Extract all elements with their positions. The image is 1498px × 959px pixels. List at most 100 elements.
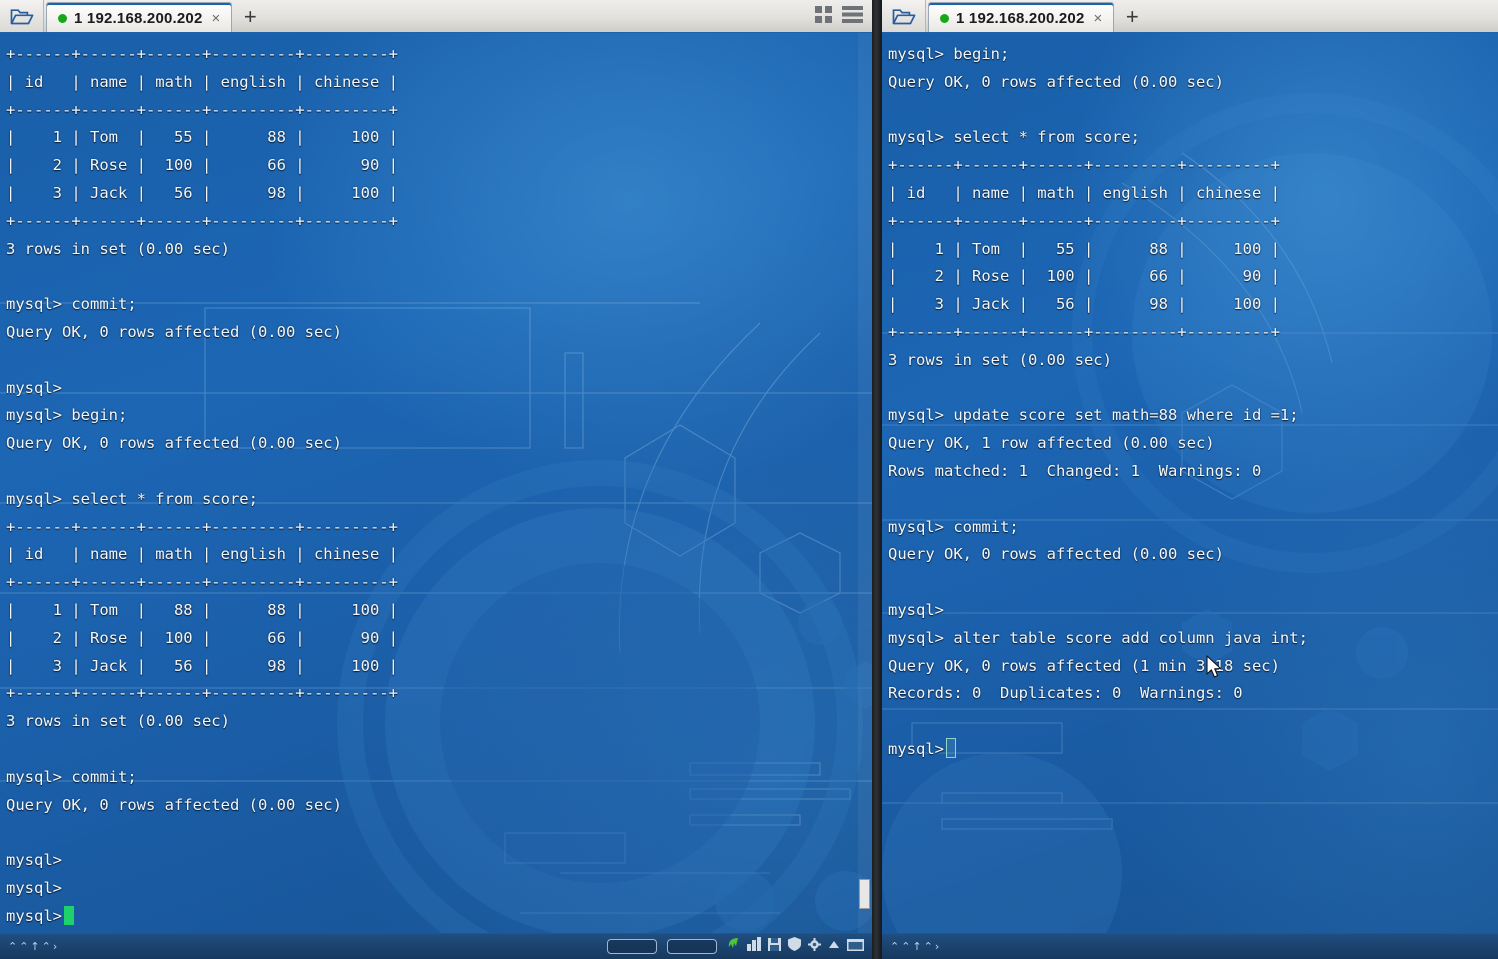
terminal-line: mysql> begin;	[888, 45, 1010, 63]
left-window-controls	[814, 5, 872, 32]
grid-view-icon[interactable]	[814, 5, 833, 29]
terminal-line: mysql> alter table score add column java…	[888, 628, 1308, 647]
gear-icon[interactable]	[808, 937, 821, 956]
terminal-line: Query OK, 0 rows affected (0.00 sec)	[6, 434, 342, 453]
terminal-line: mysql> commit;	[888, 517, 1019, 536]
left-terminal-output: +------+------+------+---------+--------…	[0, 33, 872, 959]
terminal-line: mysql> commit;	[6, 295, 137, 314]
terminal-line: mysql>	[6, 378, 62, 397]
terminal-line: Query OK, 0 rows affected (0.00 sec)	[6, 322, 342, 341]
terminal-line: +------+------+------+---------+--------…	[6, 573, 398, 592]
right-tab-session[interactable]: 1 192.168.200.202 ×	[928, 2, 1115, 33]
right-terminal-output: mysql> begin; Query OK, 0 rows affected (…	[882, 33, 1498, 959]
terminal-line: | id | name | math | english | chinese |	[6, 545, 398, 564]
right-status-keys: ⌃⌃↑⌃›	[890, 940, 942, 953]
terminal-line: Query OK, 0 rows affected (0.00 sec)	[888, 545, 1224, 564]
terminal-line: 3 rows in set (0.00 sec)	[888, 350, 1112, 369]
right-terminal-window: 1 192.168.200.202 × + mysql> begin; Quer…	[882, 0, 1498, 959]
right-status-bar: ⌃⌃↑⌃›	[882, 933, 1498, 959]
shield-icon[interactable]	[788, 937, 801, 956]
desktop: 1 192.168.200.202 × + +------+------+---…	[0, 0, 1498, 959]
terminal-line: +------+------+------+---------+--------…	[888, 211, 1280, 230]
terminal-line: mysql>	[888, 600, 944, 619]
terminal-line: | 3 | Jack | 56 | 98 | 100 |	[6, 183, 398, 202]
terminal-line: +------+------+------+---------+--------…	[888, 156, 1280, 175]
text-cursor	[64, 905, 74, 925]
terminal-prompt-line: mysql>	[888, 736, 1498, 764]
terminal-line: Records: 0 Duplicates: 0 Warnings: 0	[888, 684, 1243, 703]
terminal-line: mysql> update score set math=88 where id…	[888, 406, 1299, 425]
chart-icon[interactable]	[747, 937, 761, 956]
left-vertical-scrollbar[interactable]	[858, 33, 872, 933]
terminal-line: | 2 | Rose | 100 | 66 | 90 |	[6, 156, 398, 175]
terminal-line: | 3 | Jack | 56 | 98 | 100 |	[6, 656, 398, 675]
terminal-line: +------+------+------+---------+--------…	[6, 45, 398, 63]
status-pill-two	[667, 939, 717, 954]
terminal-line: Query OK, 0 rows affected (1 min 3.18 se…	[888, 656, 1280, 675]
terminal-line: | 3 | Jack | 56 | 98 | 100 |	[888, 295, 1280, 314]
terminal-line: Rows matched: 1 Changed: 1 Warnings: 0	[888, 461, 1262, 480]
scrollbar-thumb[interactable]	[859, 879, 870, 909]
save-disk-icon[interactable]	[768, 937, 781, 956]
terminal-line: | id | name | math | english | chinese |	[888, 183, 1280, 202]
terminal-line: | 2 | Rose | 100 | 66 | 90 |	[6, 628, 398, 647]
window-divider[interactable]	[872, 0, 882, 959]
terminal-line: | 1 | Tom | 55 | 88 | 100 |	[6, 128, 398, 147]
terminal-line: 3 rows in set (0.00 sec)	[6, 239, 230, 258]
terminal-line: +------+------+------+---------+--------…	[6, 517, 398, 536]
terminal-line: | 2 | Rose | 100 | 66 | 90 |	[888, 267, 1280, 286]
terminal-line: +------+------+------+---------+--------…	[888, 322, 1280, 341]
connected-status-dot	[58, 13, 67, 23]
terminal-line: Query OK, 1 row affected (0.00 sec)	[888, 434, 1215, 453]
left-tab-session[interactable]: 1 192.168.200.202 ×	[46, 2, 233, 33]
terminal-line: mysql> select * from score;	[6, 489, 258, 508]
window-icon[interactable]	[847, 938, 864, 956]
close-icon[interactable]: ×	[1092, 10, 1105, 27]
left-terminal-screen[interactable]: +------+------+------+---------+--------…	[0, 33, 872, 959]
terminal-line: mysql> commit;	[6, 767, 137, 786]
left-terminal-window: 1 192.168.200.202 × + +------+------+---…	[0, 0, 872, 959]
chevron-up-icon[interactable]	[828, 938, 840, 956]
left-tab-bar: 1 192.168.200.202 × +	[0, 0, 872, 35]
terminal-line: +------+------+------+---------+--------…	[6, 211, 398, 230]
terminal-line: mysql> select * from score;	[888, 128, 1140, 147]
right-tab-label: 1 192.168.200.202	[956, 9, 1085, 27]
terminal-line: +------+------+------+---------+--------…	[6, 684, 398, 703]
prompt-text: mysql>	[888, 739, 944, 758]
open-folder-icon[interactable]	[882, 0, 926, 32]
terminal-line: mysql> begin;	[6, 406, 128, 425]
open-folder-icon[interactable]	[0, 0, 44, 32]
right-tab-bar: 1 192.168.200.202 × +	[882, 0, 1498, 35]
terminal-line: | 1 | Tom | 88 | 88 | 100 |	[6, 600, 398, 619]
prompt-text: mysql>	[6, 906, 62, 925]
leaf-icon[interactable]	[727, 937, 740, 957]
new-tab-button[interactable]: +	[1114, 1, 1150, 32]
terminal-line: +------+------+------+---------+--------…	[6, 100, 398, 119]
terminal-line: Query OK, 0 rows affected (0.00 sec)	[888, 72, 1224, 91]
text-cursor	[946, 737, 956, 758]
status-pill-one	[607, 939, 657, 954]
new-tab-button[interactable]: +	[232, 1, 268, 32]
left-status-bar: ⌃⌃↑⌃›	[0, 933, 872, 959]
list-view-icon[interactable]	[842, 5, 863, 29]
terminal-prompt-line: mysql>	[6, 903, 872, 931]
system-tray	[727, 937, 864, 957]
close-icon[interactable]: ×	[210, 10, 223, 27]
right-terminal-screen[interactable]: mysql> begin; Query OK, 0 rows affected (…	[882, 33, 1498, 959]
terminal-line: Query OK, 0 rows affected (0.00 sec)	[6, 795, 342, 814]
left-status-keys: ⌃⌃↑⌃›	[8, 940, 60, 953]
terminal-line: mysql>	[6, 878, 62, 897]
terminal-line: 3 rows in set (0.00 sec)	[6, 712, 230, 731]
terminal-line: | 1 | Tom | 55 | 88 | 100 |	[888, 239, 1280, 258]
left-tab-label: 1 192.168.200.202	[74, 9, 203, 27]
